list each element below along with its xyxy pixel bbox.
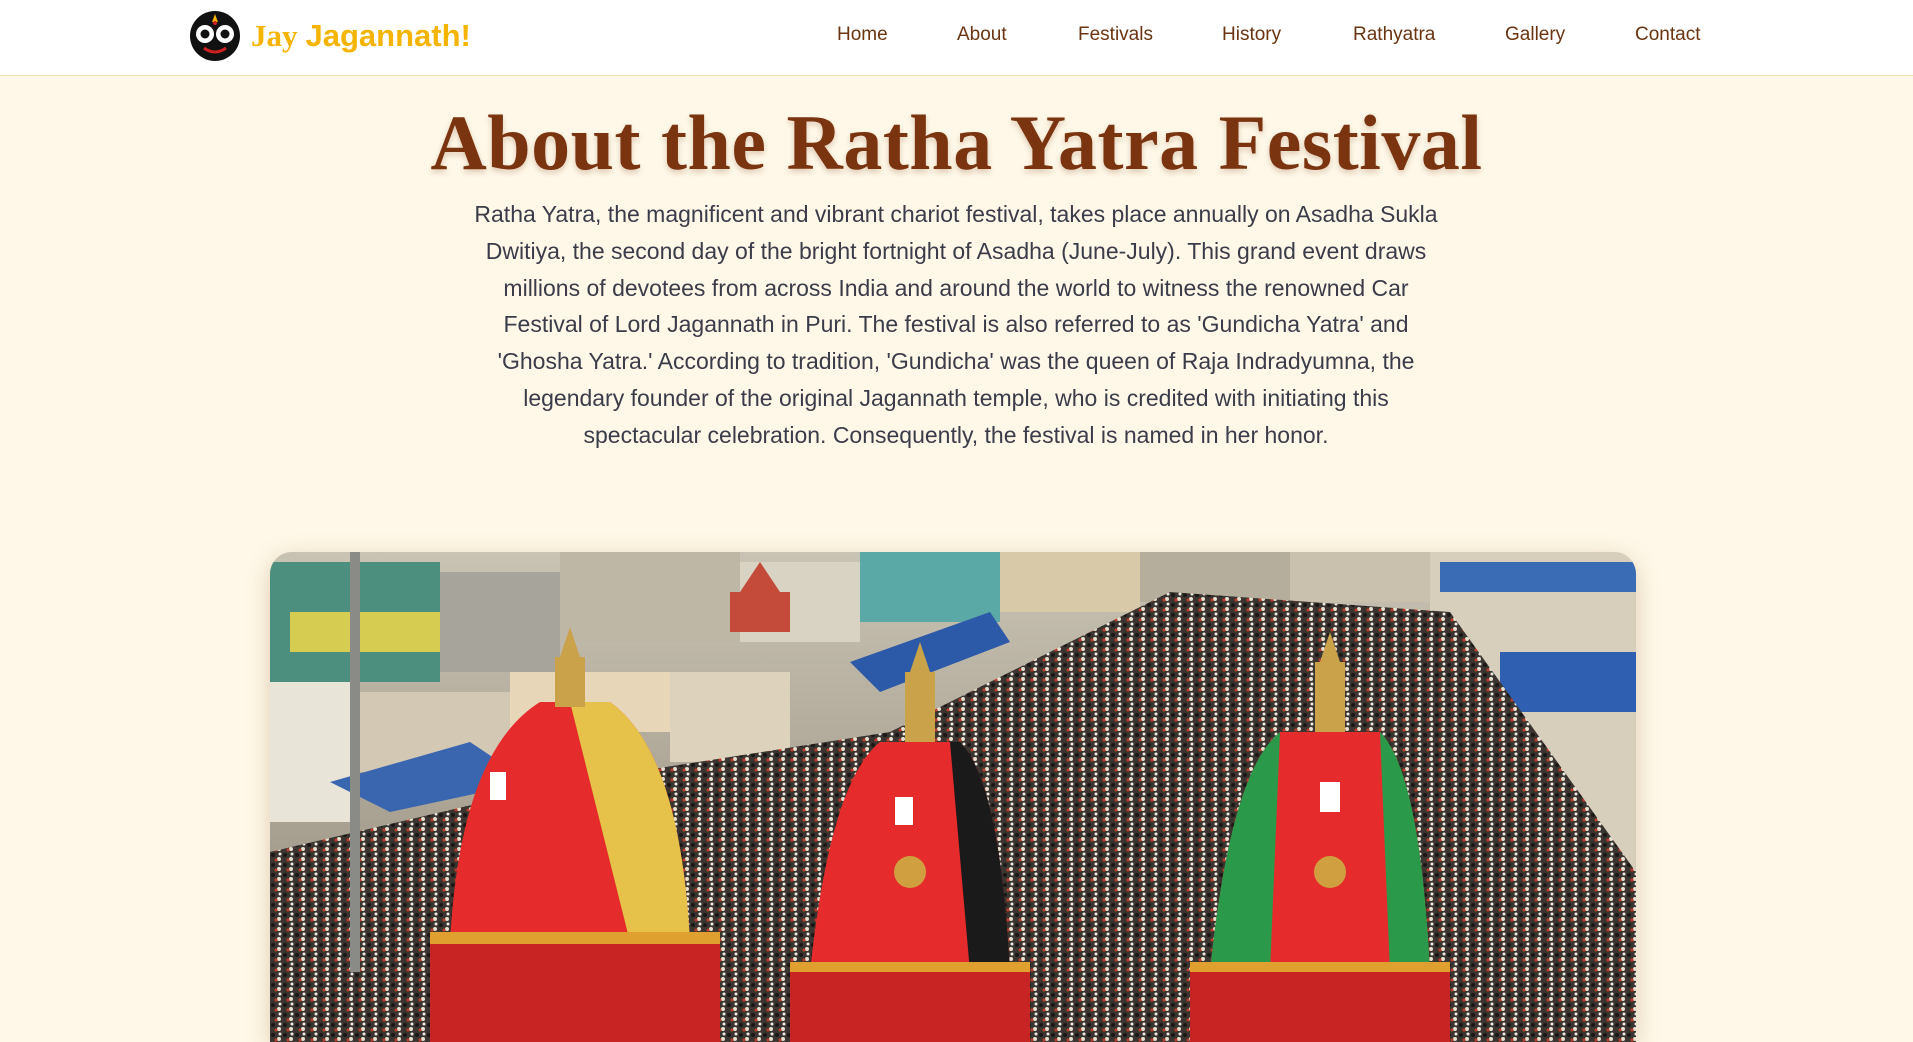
main-nav: Home About Festivals History Rathyatra G… xyxy=(0,0,1913,76)
nav-contact[interactable]: Contact xyxy=(1635,24,1700,46)
ratha-yatra-illustration xyxy=(270,552,1636,1042)
ratha-yatra-photo xyxy=(270,552,1636,1042)
page-title: About the Ratha Yatra Festival xyxy=(430,99,1483,186)
nav-history[interactable]: History xyxy=(1222,24,1281,46)
nav-home[interactable]: Home xyxy=(837,24,888,46)
nav-rathyatra[interactable]: Rathyatra xyxy=(1353,24,1435,46)
nav-festivals[interactable]: Festivals xyxy=(1078,24,1153,46)
navbar: Jay Jagannath! Home About Festivals Histo… xyxy=(0,0,1913,76)
nav-gallery[interactable]: Gallery xyxy=(1505,24,1565,46)
nav-about[interactable]: About xyxy=(957,24,1007,46)
intro-paragraph: Ratha Yatra, the magnificent and vibrant… xyxy=(474,201,1438,448)
